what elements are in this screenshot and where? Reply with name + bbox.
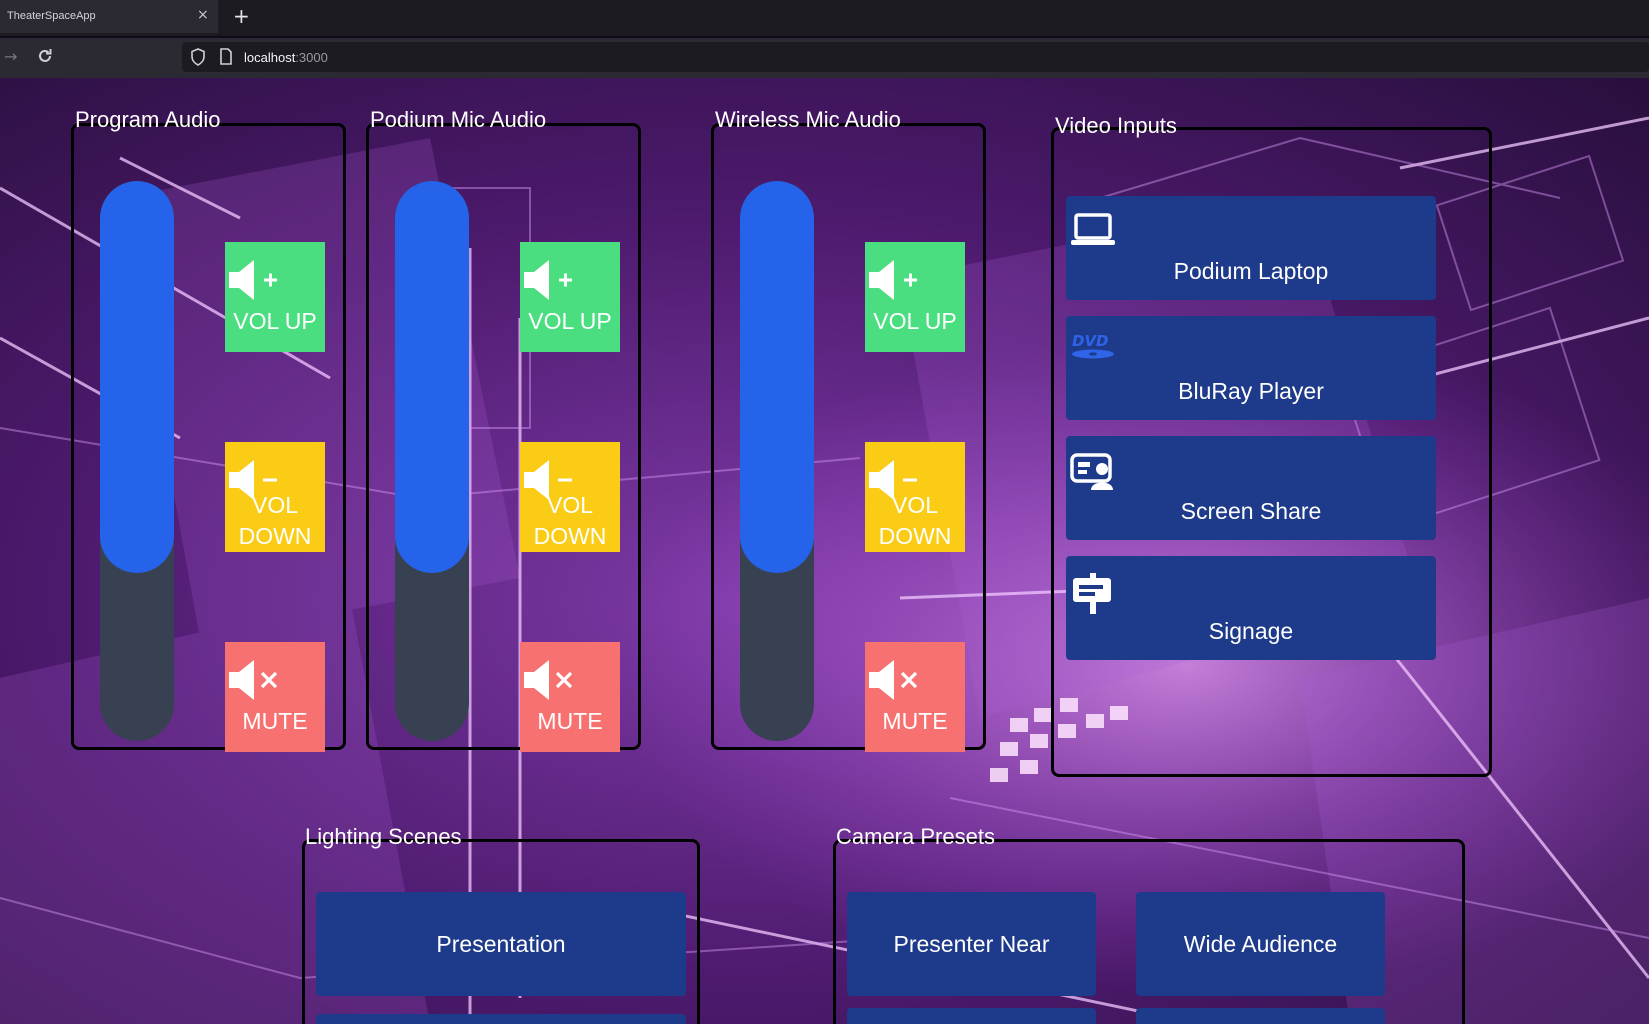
- source-bluray-player-button[interactable]: DVD BluRay Player: [1066, 316, 1436, 420]
- podium-mic-audio-volume-fill: [395, 181, 469, 573]
- app-viewport: Program Audio VOL UP VOL DOWN MUTE Podiu…: [0, 78, 1649, 1024]
- camera-presets-title: Camera Presets: [836, 824, 995, 849]
- volume-up-icon: [227, 258, 279, 308]
- page-icon: [219, 48, 233, 69]
- svg-text:DVD: DVD: [1072, 332, 1109, 350]
- preset-presenter-near-button[interactable]: Presenter Near: [847, 892, 1096, 996]
- volume-up-icon: [522, 258, 574, 308]
- preset-button-partial[interactable]: [1136, 1008, 1385, 1024]
- wireless-mic-audio-vol-up-button[interactable]: VOL UP: [865, 242, 965, 352]
- program-audio-volume-fill: [100, 181, 174, 573]
- scene-button-partial[interactable]: [316, 1014, 686, 1024]
- video-inputs-title: Video Inputs: [1055, 113, 1177, 138]
- url-port: :3000: [295, 50, 328, 65]
- podium-mic-audio-vol-up-button[interactable]: VOL UP: [520, 242, 620, 352]
- program-audio-vol-down-button[interactable]: VOL DOWN: [225, 442, 325, 552]
- podium-mic-audio-mute-button[interactable]: MUTE: [520, 642, 620, 752]
- vol-down-label: VOL DOWN: [533, 492, 607, 549]
- source-label: Signage: [1208, 618, 1294, 644]
- laptop-icon: [1069, 212, 1117, 252]
- browser-nav-bar: → localhost:3000: [0, 38, 1649, 78]
- preset-wide-audience-button[interactable]: Wide Audience: [1136, 892, 1385, 996]
- wireless-mic-audio-vol-down-button[interactable]: VOL DOWN: [865, 442, 965, 552]
- mute-label: MUTE: [242, 708, 308, 734]
- url-bar[interactable]: [182, 42, 1649, 72]
- shield-icon[interactable]: [190, 48, 206, 70]
- vol-up-label: VOL UP: [233, 308, 317, 334]
- signage-icon: [1069, 572, 1117, 620]
- source-signage-button[interactable]: Signage: [1066, 556, 1436, 660]
- program-audio-vol-up-button[interactable]: VOL UP: [225, 242, 325, 352]
- forward-icon[interactable]: →: [4, 47, 17, 66]
- wireless-mic-audio-mute-button[interactable]: MUTE: [865, 642, 965, 752]
- source-label: Podium Laptop: [1173, 258, 1329, 284]
- volume-up-icon: [867, 258, 919, 308]
- mute-label: MUTE: [537, 708, 603, 734]
- lighting-scenes-title: Lighting Scenes: [305, 824, 462, 849]
- wireless-mic-audio-volume-fill: [740, 181, 814, 573]
- screen-share-icon: [1069, 452, 1117, 496]
- url-text[interactable]: localhost:3000: [244, 50, 328, 65]
- podium-mic-audio-vol-down-button[interactable]: VOL DOWN: [520, 442, 620, 552]
- vol-down-label: VOL DOWN: [878, 492, 952, 549]
- vol-down-label: VOL DOWN: [238, 492, 312, 549]
- tab-close-icon[interactable]: ×: [197, 7, 209, 23]
- mute-label: MUTE: [882, 708, 948, 734]
- program-audio-mute-button[interactable]: MUTE: [225, 642, 325, 752]
- wireless-mic-audio-volume-slider[interactable]: [740, 181, 814, 741]
- program-audio-volume-slider[interactable]: [100, 181, 174, 741]
- vol-up-label: VOL UP: [873, 308, 957, 334]
- source-label: BluRay Player: [1178, 378, 1324, 404]
- browser-tab-bar: TheaterSpaceApp × +: [0, 0, 1649, 36]
- browser-tab[interactable]: TheaterSpaceApp ×: [0, 0, 218, 33]
- mute-icon: [227, 658, 279, 708]
- podium-mic-audio-volume-slider[interactable]: [395, 181, 469, 741]
- source-podium-laptop-button[interactable]: Podium Laptop: [1066, 196, 1436, 300]
- reload-icon[interactable]: [36, 47, 54, 69]
- vol-up-label: VOL UP: [528, 308, 612, 334]
- mute-icon: [522, 658, 574, 708]
- mute-icon: [867, 658, 919, 708]
- scene-presentation-button[interactable]: Presentation: [316, 892, 686, 996]
- program-audio-title: Program Audio: [75, 107, 221, 132]
- new-tab-button[interactable]: +: [233, 4, 250, 28]
- preset-button-partial[interactable]: [847, 1008, 1096, 1024]
- wireless-mic-audio-title: Wireless Mic Audio: [715, 107, 901, 132]
- dvd-icon: DVD: [1069, 332, 1117, 366]
- source-label: Screen Share: [1180, 498, 1322, 524]
- podium-mic-audio-title: Podium Mic Audio: [370, 107, 547, 132]
- tab-title: TheaterSpaceApp: [7, 10, 96, 22]
- url-host: localhost: [244, 50, 296, 65]
- source-screen-share-button[interactable]: Screen Share: [1066, 436, 1436, 540]
